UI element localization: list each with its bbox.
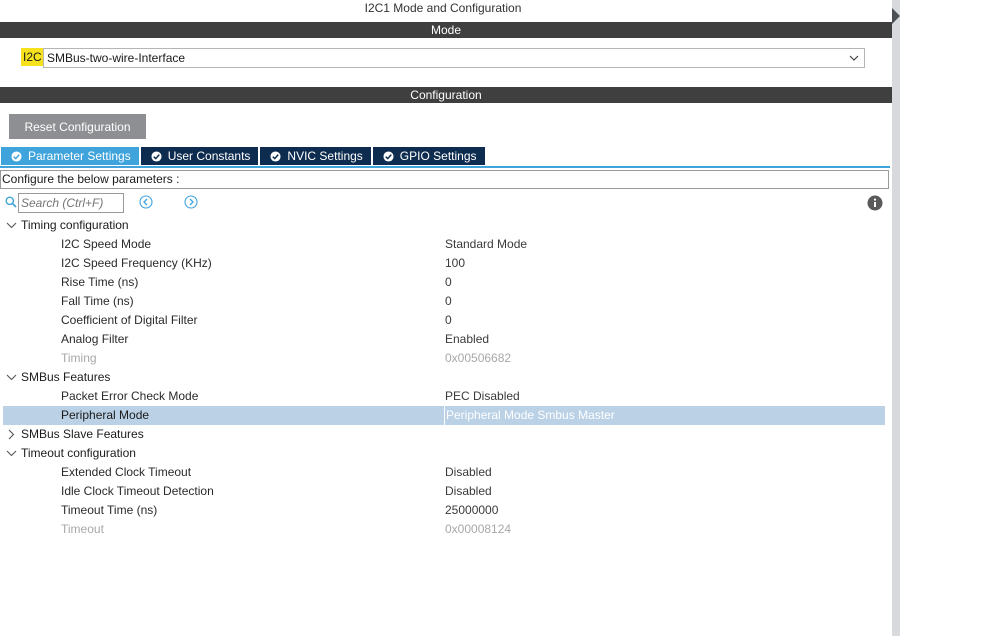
param-label: Fall Time (ns) bbox=[61, 294, 134, 308]
tab-nvic-settings[interactable]: NVIC Settings bbox=[260, 147, 371, 165]
param-value[interactable]: 100 bbox=[445, 254, 465, 273]
param-row[interactable]: Packet Error Check Mode PEC Disabled bbox=[3, 387, 885, 406]
group-timing-configuration[interactable]: Timing configuration bbox=[3, 216, 885, 235]
check-circle-icon bbox=[11, 150, 22, 162]
tab-label: GPIO Settings bbox=[399, 149, 477, 163]
configure-hint: Configure the below parameters : bbox=[0, 170, 889, 189]
group-label: Timing configuration bbox=[21, 218, 129, 232]
param-value[interactable]: Peripheral Mode Smbus Master bbox=[444, 406, 885, 425]
param-label: I2C Speed Frequency (KHz) bbox=[61, 256, 212, 270]
param-label: Peripheral Mode bbox=[61, 408, 150, 422]
tab-label: User Constants bbox=[167, 149, 251, 163]
tab-underline bbox=[0, 166, 890, 168]
mode-section-header: Mode bbox=[0, 22, 892, 38]
check-circle-icon bbox=[151, 150, 162, 162]
param-value[interactable]: PEC Disabled bbox=[445, 387, 520, 406]
configuration-section-header: Configuration bbox=[0, 87, 892, 103]
tab-label: Parameter Settings bbox=[28, 149, 131, 163]
tab-parameter-settings[interactable]: Parameter Settings bbox=[1, 147, 139, 165]
window-title: I2C1 Mode and Configuration bbox=[364, 1, 522, 15]
param-value[interactable]: 0 bbox=[445, 273, 452, 292]
param-row[interactable]: Timeout Time (ns) 25000000 bbox=[3, 501, 885, 520]
param-label: I2C Speed Mode bbox=[61, 237, 152, 251]
param-row[interactable]: I2C Speed Frequency (KHz) 100 bbox=[3, 254, 885, 273]
param-value[interactable]: Disabled bbox=[445, 463, 492, 482]
param-label: Coefficient of Digital Filter bbox=[61, 313, 198, 327]
config-tabs: Parameter Settings User Constants NVIC S… bbox=[1, 147, 487, 165]
mode-label: I2C bbox=[21, 48, 44, 66]
tab-gpio-settings[interactable]: GPIO Settings bbox=[372, 147, 485, 165]
parameter-tree: Timing configuration I2C Speed Mode Stan… bbox=[3, 216, 885, 539]
param-value[interactable]: 0 bbox=[445, 292, 452, 311]
param-label: Rise Time (ns) bbox=[61, 275, 139, 289]
mode-select-value: SMBus-two-wire-Interface bbox=[47, 51, 186, 65]
param-row[interactable]: Analog Filter Enabled bbox=[3, 330, 885, 349]
param-label: Timeout Time (ns) bbox=[61, 503, 158, 517]
tab-label: NVIC Settings bbox=[287, 149, 363, 163]
tab-user-constants[interactable]: User Constants bbox=[140, 147, 259, 165]
param-label: Timeout bbox=[61, 522, 104, 536]
reset-configuration-button[interactable]: Reset Configuration bbox=[9, 114, 146, 139]
check-circle-icon bbox=[383, 150, 394, 162]
param-value[interactable]: Standard Mode bbox=[445, 235, 527, 254]
chevron-down-icon bbox=[849, 55, 859, 61]
param-row[interactable]: Fall Time (ns) 0 bbox=[3, 292, 885, 311]
check-circle-icon bbox=[270, 150, 281, 162]
group-label: Timeout configuration bbox=[21, 446, 136, 460]
param-label: Idle Clock Timeout Detection bbox=[61, 484, 214, 498]
splitter-bar[interactable] bbox=[892, 0, 900, 636]
param-label: Extended Clock Timeout bbox=[61, 465, 192, 479]
param-value[interactable]: Enabled bbox=[445, 330, 489, 349]
param-label: Packet Error Check Mode bbox=[61, 389, 199, 403]
chevron-right-icon bbox=[8, 429, 15, 440]
group-label: SMBus Slave Features bbox=[21, 427, 144, 441]
param-row[interactable]: I2C Speed Mode Standard Mode bbox=[3, 235, 885, 254]
param-value[interactable]: Disabled bbox=[445, 482, 492, 501]
group-timeout-configuration[interactable]: Timeout configuration bbox=[3, 444, 885, 463]
chevron-down-icon bbox=[6, 450, 17, 457]
search-icon bbox=[5, 196, 17, 208]
param-row: Timing 0x00506682 bbox=[3, 349, 885, 368]
param-value: 0x00506682 bbox=[445, 351, 512, 365]
i2c1-config-panel: I2C1 Mode and Configuration Mode I2C SMB… bbox=[0, 0, 892, 636]
collapse-arrow-icon[interactable] bbox=[892, 8, 900, 24]
param-row-selected[interactable]: Peripheral Mode Peripheral Mode Smbus Ma… bbox=[3, 406, 885, 425]
param-row[interactable]: Rise Time (ns) 0 bbox=[3, 273, 885, 292]
previous-match-icon[interactable] bbox=[139, 195, 153, 209]
search-row bbox=[3, 193, 883, 213]
info-icon[interactable] bbox=[867, 195, 883, 211]
search-input[interactable] bbox=[18, 193, 124, 213]
param-row[interactable]: Idle Clock Timeout Detection Disabled bbox=[3, 482, 885, 501]
chevron-down-icon bbox=[6, 374, 17, 381]
group-label: SMBus Features bbox=[21, 370, 111, 384]
param-row[interactable]: Coefficient of Digital Filter 0 bbox=[3, 311, 885, 330]
param-row: Timeout 0x00008124 bbox=[3, 520, 885, 539]
group-smbus-slave-features[interactable]: SMBus Slave Features bbox=[3, 425, 885, 444]
param-value[interactable]: 0 bbox=[445, 311, 452, 330]
param-label: Timing bbox=[61, 351, 97, 365]
param-value[interactable]: 25000000 bbox=[445, 501, 498, 520]
next-match-icon[interactable] bbox=[184, 195, 198, 209]
group-smbus-features[interactable]: SMBus Features bbox=[3, 368, 885, 387]
param-label: Analog Filter bbox=[61, 332, 129, 346]
param-value: 0x00008124 bbox=[445, 522, 512, 536]
chevron-down-icon bbox=[6, 222, 17, 229]
param-row[interactable]: Extended Clock Timeout Disabled bbox=[3, 463, 885, 482]
mode-select[interactable]: SMBus-two-wire-Interface bbox=[43, 48, 865, 68]
